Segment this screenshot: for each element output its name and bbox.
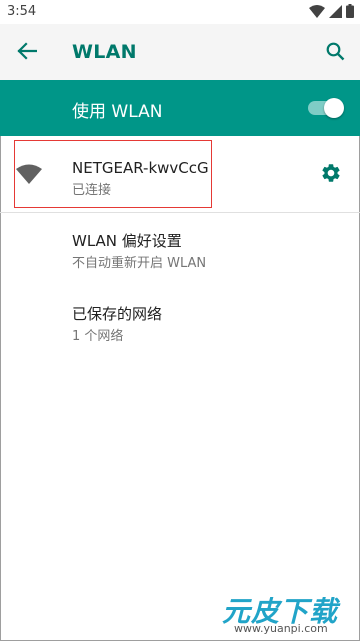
saved-networks-item[interactable]: 已保存的网络 1 个网络 [0,291,360,351]
page-title: WLAN [72,41,137,63]
wifi-icon [309,3,325,22]
status-icons [309,3,354,22]
connected-network-row[interactable]: NETGEAR-kwvCcG 已连接 [0,136,360,212]
pref-title: 已保存的网络 [72,305,163,323]
status-bar: 3:54 [0,0,360,24]
wlan-switch-label: 使用 WLAN [72,102,163,122]
battery-icon [346,3,354,22]
pref-title: WLAN 偏好设置 [72,232,182,250]
wlan-master-switch-bar[interactable]: 使用 WLAN [0,80,360,136]
back-button[interactable] [12,38,42,68]
pref-summary: 1 个网络 [72,329,124,344]
wlan-preferences-item[interactable]: WLAN 偏好设置 不自动重新开启 WLAN [0,218,360,278]
pref-summary: 不自动重新开启 WLAN [72,256,207,271]
search-icon [326,42,345,65]
watermark: 元皮下载 www.yuanpi.com [222,590,360,640]
search-button[interactable] [320,38,350,68]
network-settings-button[interactable] [318,162,344,188]
status-time: 3:54 [7,4,37,19]
wlan-toggle[interactable] [306,98,344,118]
network-name: NETGEAR-kwvCcG [72,159,209,177]
watermark-url: www.yuanpi.com [234,622,328,635]
wifi-signal-icon [16,164,42,184]
arrow-left-icon [17,42,38,64]
app-bar: WLAN [0,24,360,80]
gear-icon [320,162,342,188]
divider [0,212,360,213]
signal-icon [329,3,342,22]
toggle-thumb [324,98,344,118]
network-status: 已连接 [72,183,112,198]
